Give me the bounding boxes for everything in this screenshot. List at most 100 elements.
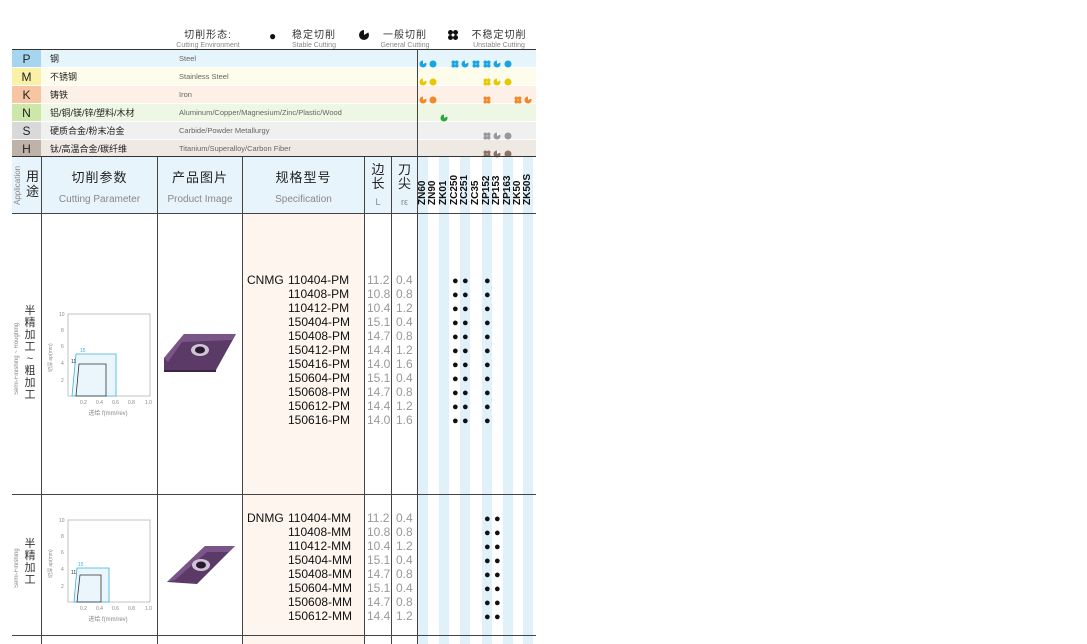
header-application-en: Application: [13, 165, 22, 205]
grade-available-dot: ●: [484, 373, 491, 385]
header-corner-radius: 刀尖 rε: [392, 157, 417, 213]
legend-general-cn: 一般切削: [383, 30, 427, 41]
grade-available-dot: ●: [462, 303, 469, 315]
unstable-cutting-icon: [483, 73, 491, 86]
spec-side-length: 10.8: [367, 287, 391, 301]
section1-cutting-graph: 10 8 6 4 2 0.2 0.4 0.6 0.8 1.0 进给 f(mm/r…: [47, 312, 152, 417]
grade-label-ZN90: ZN90: [427, 180, 438, 205]
header-bottom-line: [12, 213, 536, 214]
col-line-5: [391, 157, 392, 644]
spec-corner-radius: 0.8: [396, 385, 413, 399]
general-cutting-icon: [359, 29, 369, 40]
header-spec-en: Specification: [275, 194, 332, 205]
grade-available-dot: ●: [452, 317, 459, 329]
grade-available-dot: ●: [452, 331, 459, 343]
header-side-length: 边长 L: [365, 157, 391, 213]
grade-available-dot: ●: [494, 541, 501, 553]
grade-available-dot: ●: [484, 527, 491, 539]
section2-label-en: Semi-Finishing: [14, 548, 20, 588]
unstable-cutting-icon: [483, 91, 491, 104]
grade-available-dot: ●: [494, 569, 501, 581]
material-name-cn: 硬质合金/粉末冶金: [50, 126, 125, 136]
legend-unstable-cn: 不稳定切削: [471, 30, 527, 41]
spec-side-length: 14.0: [367, 357, 391, 371]
graph1-ytick-6: 6: [61, 344, 64, 350]
spec-corner-radius: 1.2: [396, 399, 413, 413]
legend-stable-en: Stable Cutting: [292, 42, 336, 49]
graph2-ytick-8: 8: [61, 534, 64, 540]
stable-cutting-icon: ●: [269, 29, 277, 43]
section1-label-cn: 半精加工~粗加工: [24, 305, 36, 401]
legend-unstable-en: Unstable Cutting: [473, 42, 525, 49]
general-cutting-icon: [440, 109, 448, 122]
stable-cutting-icon: [429, 91, 437, 104]
spec-side-length: 14.7: [367, 329, 391, 343]
spec-code[interactable]: 110408-PM: [288, 287, 349, 301]
spec-code[interactable]: 150404-PM: [288, 315, 350, 329]
grade-available-dot: ●: [494, 583, 501, 595]
graph1-ytick-2: 2: [61, 378, 64, 384]
spec-code[interactable]: 110412-MM: [288, 539, 351, 553]
spec-code[interactable]: 150412-PM: [288, 343, 350, 357]
spec-code[interactable]: 150416-PM: [288, 357, 350, 371]
graph1-ytick-4: 4: [61, 361, 64, 367]
graph2-xtick-0.2: 0.2: [80, 606, 87, 612]
spec-code[interactable]: 150616-PM: [288, 413, 350, 427]
legend-unstable: 不稳定切削 Unstable Cutting: [464, 26, 534, 49]
general-cutting-icon: [524, 91, 532, 104]
grade-available-dot: ●: [484, 345, 491, 357]
section1-label-en: Semi-Finishing ~ Roughing: [14, 322, 20, 395]
grade-available-dot: ●: [462, 275, 469, 287]
spec-side-length: 14.4: [367, 609, 391, 623]
section-divider-2: [12, 635, 536, 636]
material-row-N: N 铝/铜/镁/锌/塑料/木材 Aluminum/Copper/Magnesiu…: [12, 104, 536, 122]
grade-available-dot: ●: [484, 401, 491, 413]
spec-side-length: 14.0: [367, 413, 391, 427]
spec-code[interactable]: 150604-MM: [288, 581, 352, 595]
stable-cutting-icon: [504, 55, 512, 68]
spec-code[interactable]: 110404-MM: [288, 511, 351, 525]
spec-corner-radius: 0.4: [396, 553, 413, 567]
spec-corner-radius: 1.2: [396, 343, 413, 357]
grade-available-dot: ●: [462, 401, 469, 413]
unstable-cutting-icon: [448, 30, 458, 40]
header-r-cn: 刀尖: [398, 162, 412, 191]
col-line-6: [417, 49, 418, 644]
spec-code[interactable]: 110404-PM: [288, 273, 349, 287]
spec-code[interactable]: 150408-MM: [288, 567, 352, 581]
grade-available-dot: ●: [452, 359, 459, 371]
graph2-label-15: 15: [78, 562, 84, 568]
material-name-en: Carbide/Powder Metallurgy: [179, 126, 270, 135]
grade-available-dot: ●: [452, 303, 459, 315]
grade-available-dot: ●: [494, 611, 501, 623]
unstable-cutting-icon: [483, 145, 491, 158]
header-image-cn: 产品图片: [171, 170, 228, 185]
material-name-en: Steel: [179, 54, 197, 63]
spec-corner-radius: 0.8: [396, 525, 413, 539]
material-name-en: Stainless Steel: [179, 72, 229, 81]
spec-side-length: 10.4: [367, 539, 391, 553]
grade-label-ZC251: ZC251: [459, 174, 470, 205]
spec-code[interactable]: 110412-PM: [288, 301, 349, 315]
spec-code[interactable]: 110408-MM: [288, 525, 351, 539]
spec-code[interactable]: 150612-PM: [288, 399, 350, 413]
grade-available-dot: ●: [462, 387, 469, 399]
general-cutting-icon: [493, 73, 501, 86]
spec-code[interactable]: 150608-PM: [288, 385, 350, 399]
spec-code[interactable]: 150604-PM: [288, 371, 350, 385]
col-line-1: [41, 157, 42, 644]
spec-code[interactable]: 150408-PM: [288, 329, 350, 343]
spec-code[interactable]: 150404-MM: [288, 553, 352, 567]
spec-side-length: 15.1: [367, 553, 391, 567]
header-spec-cn: 规格型号: [275, 170, 332, 185]
grade-available-dot: ●: [484, 317, 491, 329]
material-name-cn: 钢: [50, 54, 60, 64]
cnmg-insert-image: [164, 334, 236, 372]
grade-available-dot: ●: [484, 583, 491, 595]
spec-code[interactable]: 150612-MM: [288, 609, 352, 623]
general-cutting-icon: [419, 91, 427, 104]
graph1-label-11: 11: [71, 359, 76, 365]
spec-code[interactable]: 150608-MM: [288, 595, 352, 609]
header-L-cn: 边长: [371, 162, 385, 191]
material-name-en: Titanium/Superalloy/Carbon Fiber: [179, 144, 291, 153]
